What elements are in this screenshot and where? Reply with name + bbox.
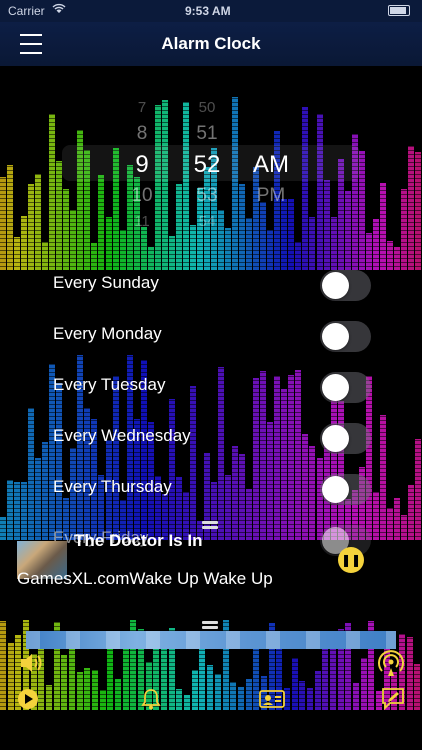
minute-option: 54 — [198, 213, 216, 230]
tuesday-toggle[interactable] — [320, 372, 371, 403]
player-drag-handle-line — [202, 526, 218, 529]
day-label: Every Tuesday — [53, 375, 166, 394]
hour-option: 7 — [137, 99, 147, 116]
day-label: Every Monday — [53, 324, 162, 343]
track-subtitle: GamesXL.comWake Up Wake Up — [17, 569, 273, 588]
player-drag-handle-bottom-line — [202, 626, 218, 629]
hour-option: 10 — [131, 185, 153, 206]
selected-period: AM — [253, 151, 289, 178]
compose-message-icon[interactable] — [380, 686, 406, 711]
minute-wheel[interactable]: 50 51 52 53 54 — [184, 95, 230, 235]
artwork-banner — [26, 631, 396, 649]
day-row-monday: Every Monday — [0, 311, 422, 361]
day-row-tuesday: Every Tuesday — [0, 362, 422, 412]
day-label: Every Wednesday — [53, 426, 191, 445]
period-option: PM — [256, 185, 286, 206]
day-row-sunday: Every Sunday — [0, 260, 422, 310]
thursday-toggle[interactable] — [320, 474, 371, 505]
day-label: Every Sunday — [53, 273, 159, 292]
wifi-icon — [52, 3, 66, 17]
status-time: 9:53 AM — [185, 4, 231, 18]
carrier-label: Carrier — [8, 4, 45, 18]
status-bar: Carrier 9:53 AM — [0, 0, 422, 22]
monday-toggle[interactable] — [320, 321, 371, 352]
broadcast-icon[interactable] — [377, 650, 405, 678]
hour-option: 11 — [134, 213, 150, 230]
day-label: Every Thursday — [53, 477, 172, 496]
contact-card-icon[interactable] — [258, 688, 286, 710]
wednesday-toggle[interactable] — [320, 423, 371, 454]
day-row-wednesday: Every Wednesday — [0, 413, 422, 463]
battery-icon — [388, 5, 410, 16]
player-drag-handle-bottom[interactable] — [202, 621, 218, 624]
selected-hour: 9 — [135, 151, 149, 178]
minute-option: 53 — [196, 185, 218, 206]
navigation-bar: Alarm Clock — [0, 22, 422, 66]
period-wheel[interactable]: AM PM — [248, 121, 294, 209]
minute-option: 51 — [196, 123, 218, 144]
sunday-toggle[interactable] — [320, 270, 371, 301]
selected-minute: 52 — [193, 151, 221, 178]
hour-wheel[interactable]: 7 8 9 10 11 — [120, 95, 164, 235]
play-circle-icon[interactable] — [17, 688, 39, 710]
day-row-thursday: Every Thursday — [0, 464, 422, 514]
track-title: The Doctor Is In — [74, 531, 203, 550]
bell-icon[interactable] — [140, 688, 162, 710]
player-drag-handle[interactable] — [202, 521, 218, 524]
minute-option: 50 — [198, 99, 216, 116]
speaker-volume-icon[interactable] — [18, 651, 46, 677]
hour-option: 8 — [136, 123, 148, 144]
page-title: Alarm Clock — [161, 34, 261, 53]
pause-icon: ❚❚ — [340, 553, 362, 567]
pause-button[interactable]: ❚❚ — [338, 547, 364, 573]
